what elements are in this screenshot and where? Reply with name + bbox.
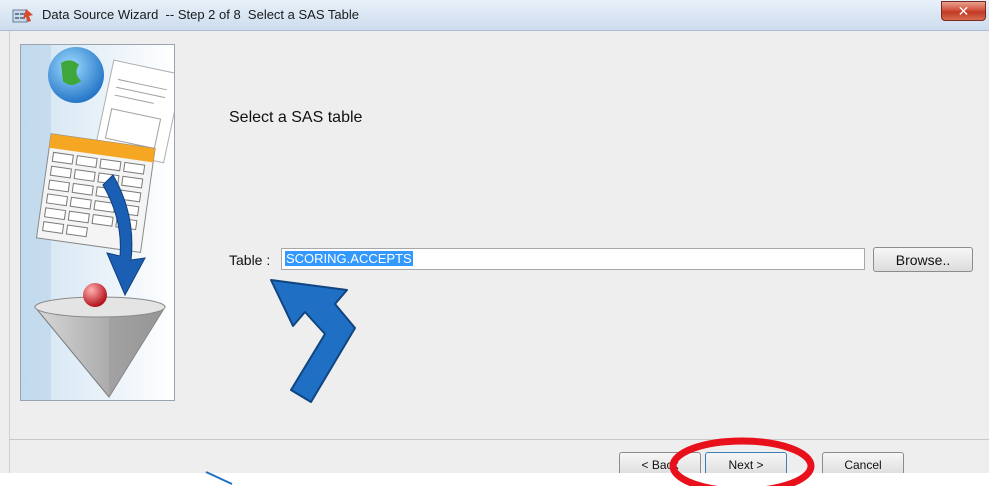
table-label: Table : (229, 252, 271, 268)
window-title: Data Source Wizard -- Step 2 of 8 Select… (42, 7, 359, 22)
table-input-selected-text: SCORING.ACCEPTS (285, 251, 413, 266)
status-strip (0, 473, 989, 486)
wizard-icon (12, 9, 33, 23)
title-bar[interactable]: Data Source Wizard -- Step 2 of 8 Select… (0, 0, 989, 31)
close-button[interactable]: ✕ (941, 1, 986, 21)
close-icon: ✕ (957, 2, 970, 19)
wizard-client-area: Select a SAS table Table : SCORING.ACCEP… (9, 31, 989, 477)
footer-separator (10, 439, 989, 440)
browse-button[interactable]: Browse.. (873, 247, 973, 272)
table-input[interactable]: SCORING.ACCEPTS (281, 248, 865, 270)
data-source-wizard-window: Data Source Wizard -- Step 2 of 8 Select… (0, 0, 989, 486)
data-source-graphic (20, 44, 175, 401)
page-heading: Select a SAS table (229, 109, 363, 126)
